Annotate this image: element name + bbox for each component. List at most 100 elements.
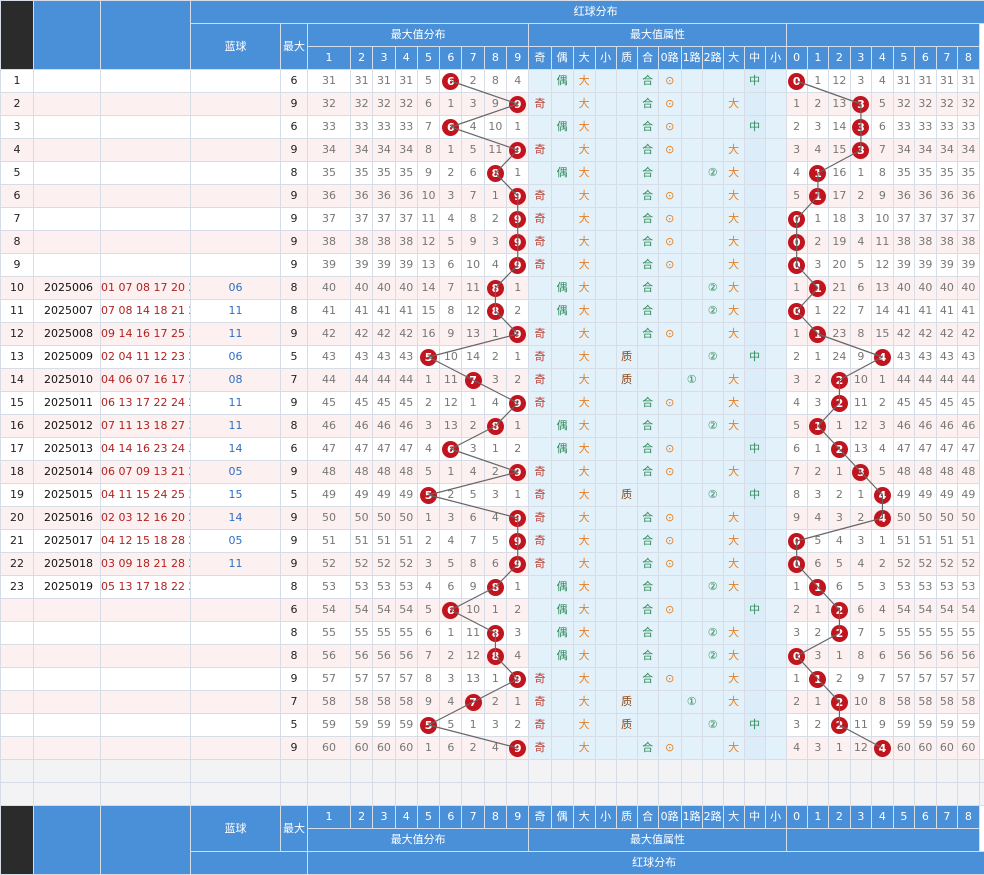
attr-size-big xyxy=(722,115,745,139)
miss-cell: 31 xyxy=(349,69,374,93)
attr-even: 偶 xyxy=(550,414,574,438)
miss-cell: 8 xyxy=(439,299,463,323)
blue-ball xyxy=(190,575,281,599)
dist-cell: 32 xyxy=(957,92,980,116)
table-row: 6 9 36 36 36 36 10 3 7 1 9 奇大合 ⊙ 大 5 1 17 2 9 36 36 36 36 xyxy=(0,184,984,208)
dist-cell: 48 xyxy=(914,460,937,484)
attr-size-small xyxy=(764,184,787,208)
miss-cell: 9 xyxy=(506,92,530,116)
issue-number: 2025014 xyxy=(33,460,101,484)
empty-cell xyxy=(550,759,574,783)
blue-ball: 06 xyxy=(190,345,281,369)
dist-ball: 0 xyxy=(788,555,806,573)
dist-cell: 4 xyxy=(785,391,808,415)
miss-cell: 6 xyxy=(439,115,463,139)
attr-road2 xyxy=(701,690,724,714)
dist-cell: 1 xyxy=(785,276,808,300)
dist-cell: 2 xyxy=(806,713,830,737)
dist-cell: 36 xyxy=(892,184,916,208)
miss-cell: 38 xyxy=(394,230,418,254)
dist-cell: 32 xyxy=(935,92,959,116)
dist-cell: 1 xyxy=(871,368,894,392)
red-balls xyxy=(100,92,191,116)
miss-cell: 54 xyxy=(307,598,351,622)
attr-composite: 合 xyxy=(636,667,659,691)
dist-cell: 33 xyxy=(935,115,959,139)
dist-cell: 57 xyxy=(957,667,980,691)
dist-cell: 43 xyxy=(892,345,916,369)
miss-cell: 32 xyxy=(307,92,351,116)
attr-small xyxy=(594,391,617,415)
table-row: 6 54 54 54 54 5 6 10 1 2 偶大合 ⊙ 中 2 1 2 6 4 54 54 54 54 xyxy=(0,598,984,622)
attr-size-big: 大 xyxy=(722,299,745,323)
attr-size-mid xyxy=(743,460,766,484)
miss-cell: 2 xyxy=(416,529,441,553)
attr-odd xyxy=(528,161,552,185)
miss-cell: 16 xyxy=(416,322,441,346)
footer-issue xyxy=(33,805,101,875)
empty-cell xyxy=(528,759,552,783)
miss-cell: 9 xyxy=(506,529,530,553)
footer-corner xyxy=(0,805,34,875)
dist-cell: 3 xyxy=(849,69,873,93)
attr-road0: ⊙ xyxy=(657,552,682,576)
miss-cell: 1 xyxy=(483,184,508,208)
dist-cell: 60 xyxy=(957,736,980,760)
attr-road1 xyxy=(680,345,703,369)
table-row: 21202501704 12 15 18 28 2905951515151247… xyxy=(0,529,984,553)
miss-cell: 7 xyxy=(416,115,441,139)
miss-cell: 47 xyxy=(372,437,396,461)
attr-composite: 合 xyxy=(636,161,659,185)
attr-size-big: 大 xyxy=(722,621,745,645)
attr-big: 大 xyxy=(572,506,596,530)
attr-big: 大 xyxy=(572,299,596,323)
attr-composite: 合 xyxy=(636,184,659,208)
attr-road0 xyxy=(657,644,682,668)
attr-big: 大 xyxy=(572,115,596,139)
attr-composite: 合 xyxy=(636,115,659,139)
dist-cell: 47 xyxy=(914,437,937,461)
miss-cell: 6 xyxy=(439,253,463,277)
miss-cell: 15 xyxy=(416,299,441,323)
table-row: 13202500902 04 11 12 23 2506543434343510… xyxy=(0,345,984,369)
miss-cell: 59 xyxy=(372,713,396,737)
empty-cell xyxy=(372,759,396,783)
miss-cell: 4 xyxy=(483,736,508,760)
attr-header: 偶 xyxy=(550,46,574,70)
attr-road2: ② xyxy=(701,621,724,645)
attr-composite: 合 xyxy=(636,92,659,116)
attr-road2: ② xyxy=(701,299,724,323)
miss-cell: 1 xyxy=(416,506,441,530)
miss-cell: 2 xyxy=(439,483,463,507)
dist-cell: 58 xyxy=(892,690,916,714)
dist-cell: 0 xyxy=(785,207,808,231)
attr-size-small xyxy=(764,161,787,185)
attr-big: 大 xyxy=(572,207,596,231)
dist-cell: 3 xyxy=(849,460,873,484)
attr-road0: ⊙ xyxy=(657,230,682,254)
dist-cell: 46 xyxy=(914,414,937,438)
attr-road0: ⊙ xyxy=(657,437,682,461)
dist-cell: 4 xyxy=(828,529,851,553)
footer-dist: 2 xyxy=(828,805,851,829)
miss-cell: 3 xyxy=(416,552,441,576)
attr-odd: 奇 xyxy=(528,92,552,116)
attr-prime xyxy=(615,299,638,323)
miss-cell: 4 xyxy=(483,391,508,415)
max-ball: 8 xyxy=(486,279,504,297)
attr-road0: ⊙ xyxy=(657,115,682,139)
miss-cell: 43 xyxy=(349,345,374,369)
attr-road0: ⊙ xyxy=(657,253,682,277)
miss-cell: 9 xyxy=(506,230,530,254)
attr-odd: 奇 xyxy=(528,230,552,254)
attr-small xyxy=(594,575,617,599)
red-balls: 02 03 12 16 20 29 xyxy=(100,506,191,530)
miss-cell: 9 xyxy=(506,207,530,231)
miss-cell: 53 xyxy=(307,575,351,599)
miss-cell: 4 xyxy=(416,575,441,599)
dist-cell: 5 xyxy=(828,552,851,576)
attr-odd: 奇 xyxy=(528,391,552,415)
row-number xyxy=(0,598,34,622)
footer-attr: 小 xyxy=(594,805,617,829)
footer-dist: 7 xyxy=(935,805,959,829)
